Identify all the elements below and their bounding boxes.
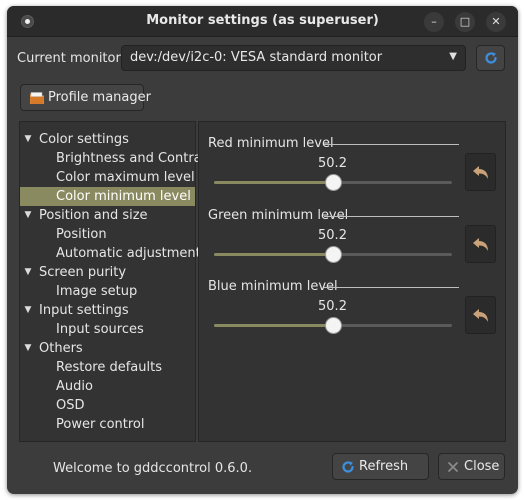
triangle-down-icon[interactable]: ▼	[22, 301, 34, 320]
control-group: Red minimum level 50.2	[206, 136, 459, 191]
control-group: Green minimum level 50.2	[206, 208, 459, 263]
tree-item-label: OSD	[56, 398, 85, 413]
profile-manager-button[interactable]: Profile manager	[20, 84, 151, 111]
tree-item-label: Position	[56, 227, 107, 242]
slider-fill	[214, 324, 334, 327]
title-bar[interactable]: Monitor settings (as superuser) – □ ✕	[7, 6, 518, 37]
tree-item[interactable]: ▼ Input settings	[20, 301, 195, 320]
status-message: Welcome to gddccontrol 0.6.0.	[53, 461, 253, 476]
tree-item-label: Position and size	[39, 208, 148, 223]
level-slider[interactable]	[214, 317, 452, 334]
close-button[interactable]: Close	[438, 453, 505, 480]
tree-item[interactable]: Position	[20, 225, 195, 244]
undo-button[interactable]	[465, 296, 496, 334]
frame-divider	[324, 287, 459, 288]
control-title: Blue minimum level	[208, 279, 338, 294]
undo-button[interactable]	[465, 153, 496, 191]
undo-button[interactable]	[465, 225, 496, 263]
tree-item-label: Power control	[56, 417, 145, 432]
tree-item-label: Screen purity	[39, 265, 127, 280]
control-value: 50.2	[318, 156, 347, 171]
refresh-icon	[485, 52, 497, 64]
maximize-button[interactable]: □	[455, 12, 475, 32]
triangle-down-icon[interactable]: ▼	[22, 130, 34, 149]
close-label: Close	[464, 459, 500, 474]
tree-item-label: Image setup	[56, 284, 138, 299]
tree-item[interactable]: Input sources	[20, 320, 195, 339]
refresh-monitors-button[interactable]	[476, 45, 505, 71]
frame-divider	[324, 216, 459, 217]
close-window-button[interactable]: ✕	[486, 12, 506, 32]
maximize-icon: □	[459, 15, 471, 28]
tree-item[interactable]: ▼ Others	[20, 339, 195, 358]
tree-item[interactable]: Color minimum level	[20, 187, 195, 206]
chevron-down-icon: ▼	[449, 51, 457, 62]
tree-item[interactable]: Power control	[20, 415, 195, 434]
minimize-icon: –	[431, 15, 437, 28]
level-slider[interactable]	[214, 174, 452, 191]
tree-item-label: Brightness and Contrast	[56, 151, 214, 166]
tree-item-label: Color minimum level	[56, 189, 191, 204]
slider-handle[interactable]	[325, 174, 343, 191]
undo-icon	[473, 309, 488, 322]
tree-item-label: Color maximum level	[56, 170, 195, 185]
slider-handle[interactable]	[325, 317, 343, 334]
tree-item[interactable]: Restore defaults	[20, 358, 195, 377]
current-monitor-label: Current monitor:	[17, 51, 125, 66]
triangle-down-icon[interactable]: ▼	[22, 206, 34, 225]
tree-item[interactable]: ▼ Position and size	[20, 206, 195, 225]
minimize-button[interactable]: –	[424, 12, 444, 32]
frame-divider	[324, 144, 459, 145]
level-slider[interactable]	[214, 246, 452, 263]
tree-item-label: Audio	[56, 379, 93, 394]
close-icon	[448, 462, 458, 472]
controls-panel: Red minimum level 50.2 Green minimum level…	[198, 121, 506, 442]
tree-item-label: Automatic adjustments	[56, 246, 208, 261]
tree-item[interactable]: Image setup	[20, 282, 195, 301]
profile-manager-label: Profile manager	[48, 90, 151, 105]
undo-icon	[473, 238, 488, 251]
slider-fill	[214, 253, 334, 256]
tree-item[interactable]: Brightness and Contrast	[20, 149, 214, 168]
triangle-down-icon[interactable]: ▼	[22, 263, 34, 282]
monitor-select-value: dev:/dev/i2c-0: VESA standard monitor	[130, 50, 383, 65]
tree-item[interactable]: ▼ Screen purity	[20, 263, 195, 282]
close-icon: ✕	[491, 15, 501, 28]
tree-item[interactable]: OSD	[20, 396, 195, 415]
triangle-down-icon[interactable]: ▼	[22, 339, 34, 358]
tree-item-label: Input sources	[56, 322, 144, 337]
tree-item[interactable]: Audio	[20, 377, 195, 396]
slider-handle[interactable]	[325, 246, 343, 263]
tree-item-label: Input settings	[39, 303, 129, 318]
refresh-icon	[342, 461, 354, 473]
control-value: 50.2	[318, 299, 347, 314]
tree-item[interactable]: ▼ Color settings	[20, 130, 195, 149]
main-window: Monitor settings (as superuser) – □ ✕ Cu…	[7, 6, 518, 494]
monitor-select[interactable]: dev:/dev/i2c-0: VESA standard monitor ▼	[121, 45, 466, 71]
control-value: 50.2	[318, 228, 347, 243]
settings-tree[interactable]: ▼ Color settings Brightness and Contrast Co…	[19, 121, 214, 442]
tree-item[interactable]: Automatic adjustments	[20, 244, 208, 263]
control-title: Red minimum level	[208, 136, 334, 151]
tree-item[interactable]: Color maximum level	[20, 168, 195, 187]
undo-icon	[473, 166, 488, 179]
slider-fill	[214, 181, 334, 184]
control-group: Blue minimum level 50.2	[206, 279, 459, 334]
refresh-button[interactable]: Refresh	[332, 453, 429, 480]
tree-item-label: Others	[39, 341, 83, 356]
tree-item-label: Color settings	[39, 132, 129, 147]
refresh-label: Refresh	[359, 459, 409, 474]
folder-icon	[30, 92, 44, 104]
tree-item-label: Restore defaults	[56, 360, 162, 375]
